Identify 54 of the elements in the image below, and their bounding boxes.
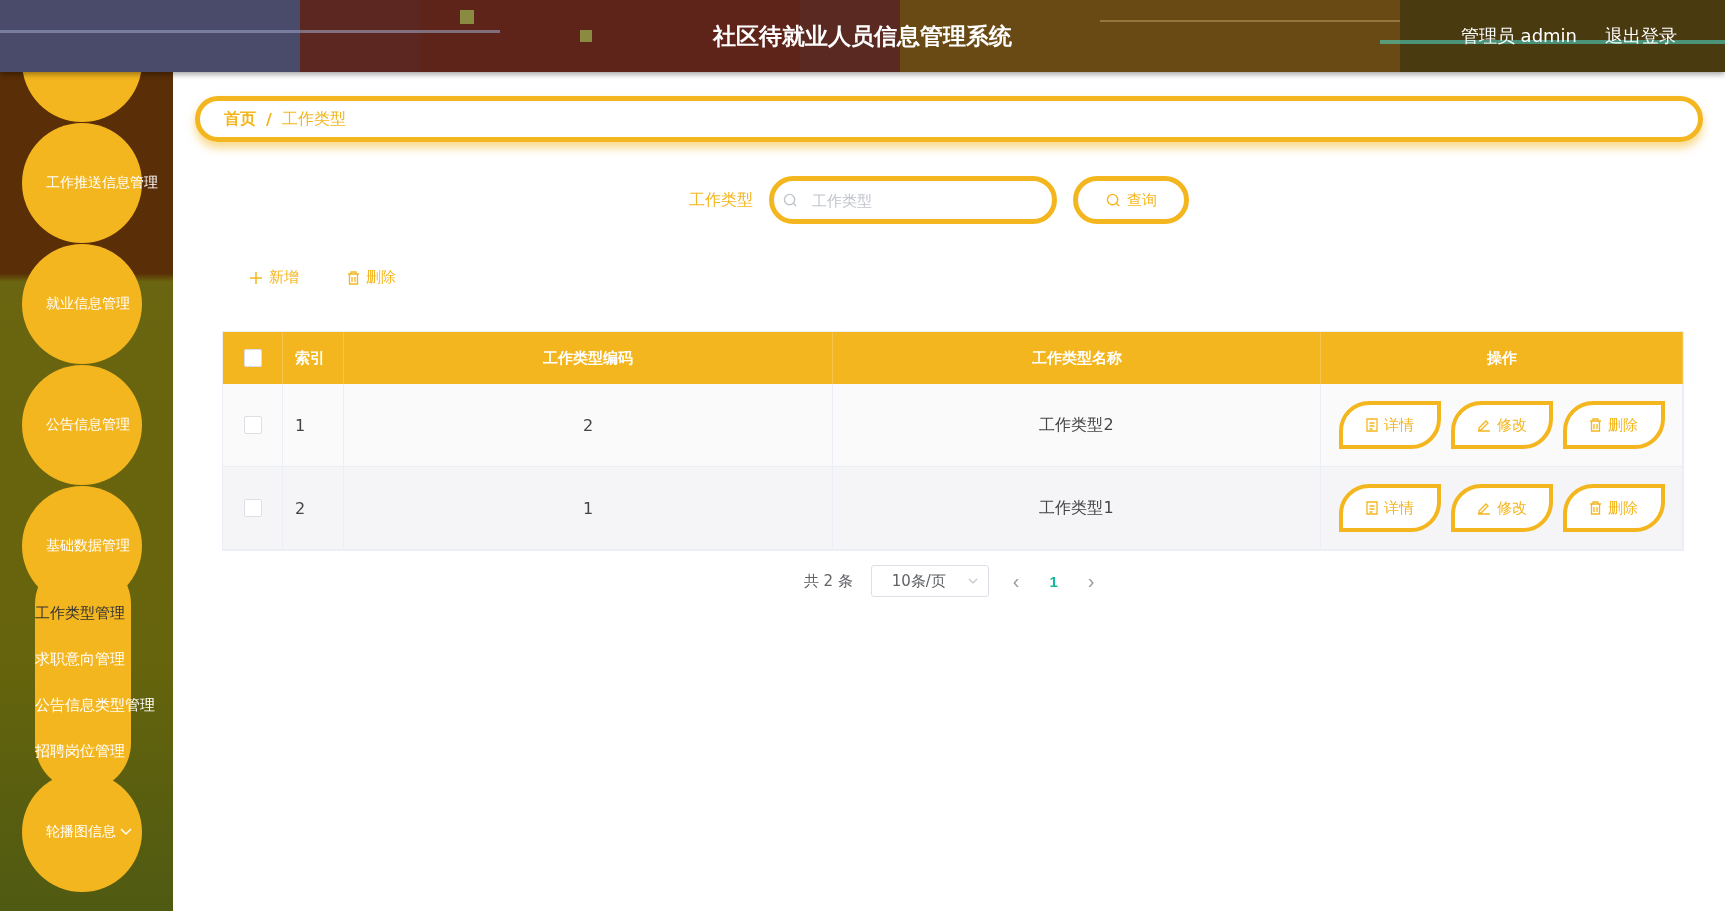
delete-button[interactable]: 删除 [1562, 401, 1665, 449]
column-header: 工作类型编码 [344, 332, 833, 384]
search-field[interactable]: 工作类型 [769, 176, 1057, 224]
checkbox[interactable] [243, 499, 262, 517]
user-label: 管理员 admin [1460, 24, 1577, 48]
table-cell: 工作类型1 [833, 467, 1321, 550]
trash-icon [1589, 418, 1602, 432]
table-cell: 1 [283, 384, 344, 467]
document-icon [1365, 418, 1378, 432]
pencil-icon [1476, 501, 1491, 515]
column-header: 工作类型名称 [833, 332, 1321, 384]
menu-item[interactable]: 公告信息管理 [22, 416, 130, 434]
trash-icon [347, 270, 360, 285]
next-page-button[interactable]: › [1081, 569, 1101, 593]
detail-button[interactable]: 详情 [1338, 401, 1441, 449]
table-cell: 1 [344, 467, 833, 550]
app-title: 社区待就业人员信息管理系统 [713, 21, 1012, 51]
delete-button[interactable]: 删除 [343, 264, 400, 291]
submenu-item[interactable]: 求职意向管理 [35, 650, 125, 669]
chevron-down-icon [120, 828, 132, 836]
breadcrumb-separator: / [266, 109, 272, 129]
column-header: 索引 [283, 332, 344, 384]
submenu-item[interactable]: 招聘岗位管理 [35, 742, 125, 761]
checkbox[interactable] [243, 416, 262, 434]
prev-page-button[interactable]: ‹ [1006, 569, 1026, 593]
add-button[interactable]: 新增 [245, 264, 303, 291]
chevron-down-icon [967, 578, 978, 584]
trash-icon [1589, 501, 1602, 515]
menu-item[interactable]: 基础数据管理 [22, 537, 130, 555]
table-cell: 2 [344, 384, 833, 467]
checkbox[interactable] [243, 349, 262, 367]
page-size-select[interactable]: 10条/页 [870, 565, 989, 597]
breadcrumb-link[interactable]: 首页 [224, 108, 256, 130]
search-icon [783, 192, 798, 208]
menu-item[interactable]: 就业信息管理 [22, 295, 130, 313]
plus-icon [249, 270, 263, 285]
edit-button[interactable]: 修改 [1450, 484, 1553, 532]
column-header: 操作 [1321, 332, 1683, 384]
logout-link[interactable]: 退出登录 [1605, 24, 1677, 48]
menu-item[interactable]: 轮播图信息 [22, 823, 132, 841]
table-cell: 2 [283, 467, 344, 550]
search-icon [1105, 192, 1121, 208]
submenu-item[interactable]: 工作类型管理 [35, 604, 125, 623]
pencil-icon [1476, 418, 1491, 432]
query-button[interactable]: 查询 [1073, 176, 1189, 224]
total-count: 共 2 条 [803, 571, 853, 591]
page-number[interactable]: 1 [1043, 571, 1064, 591]
search-label: 工作类型 [689, 189, 753, 211]
table-cell: 工作类型2 [833, 384, 1321, 467]
breadcrumb-link[interactable]: 工作类型 [281, 108, 346, 130]
document-icon [1365, 501, 1378, 515]
delete-button[interactable]: 删除 [1562, 484, 1665, 532]
detail-button[interactable]: 详情 [1338, 484, 1441, 532]
edit-button[interactable]: 修改 [1450, 401, 1553, 449]
